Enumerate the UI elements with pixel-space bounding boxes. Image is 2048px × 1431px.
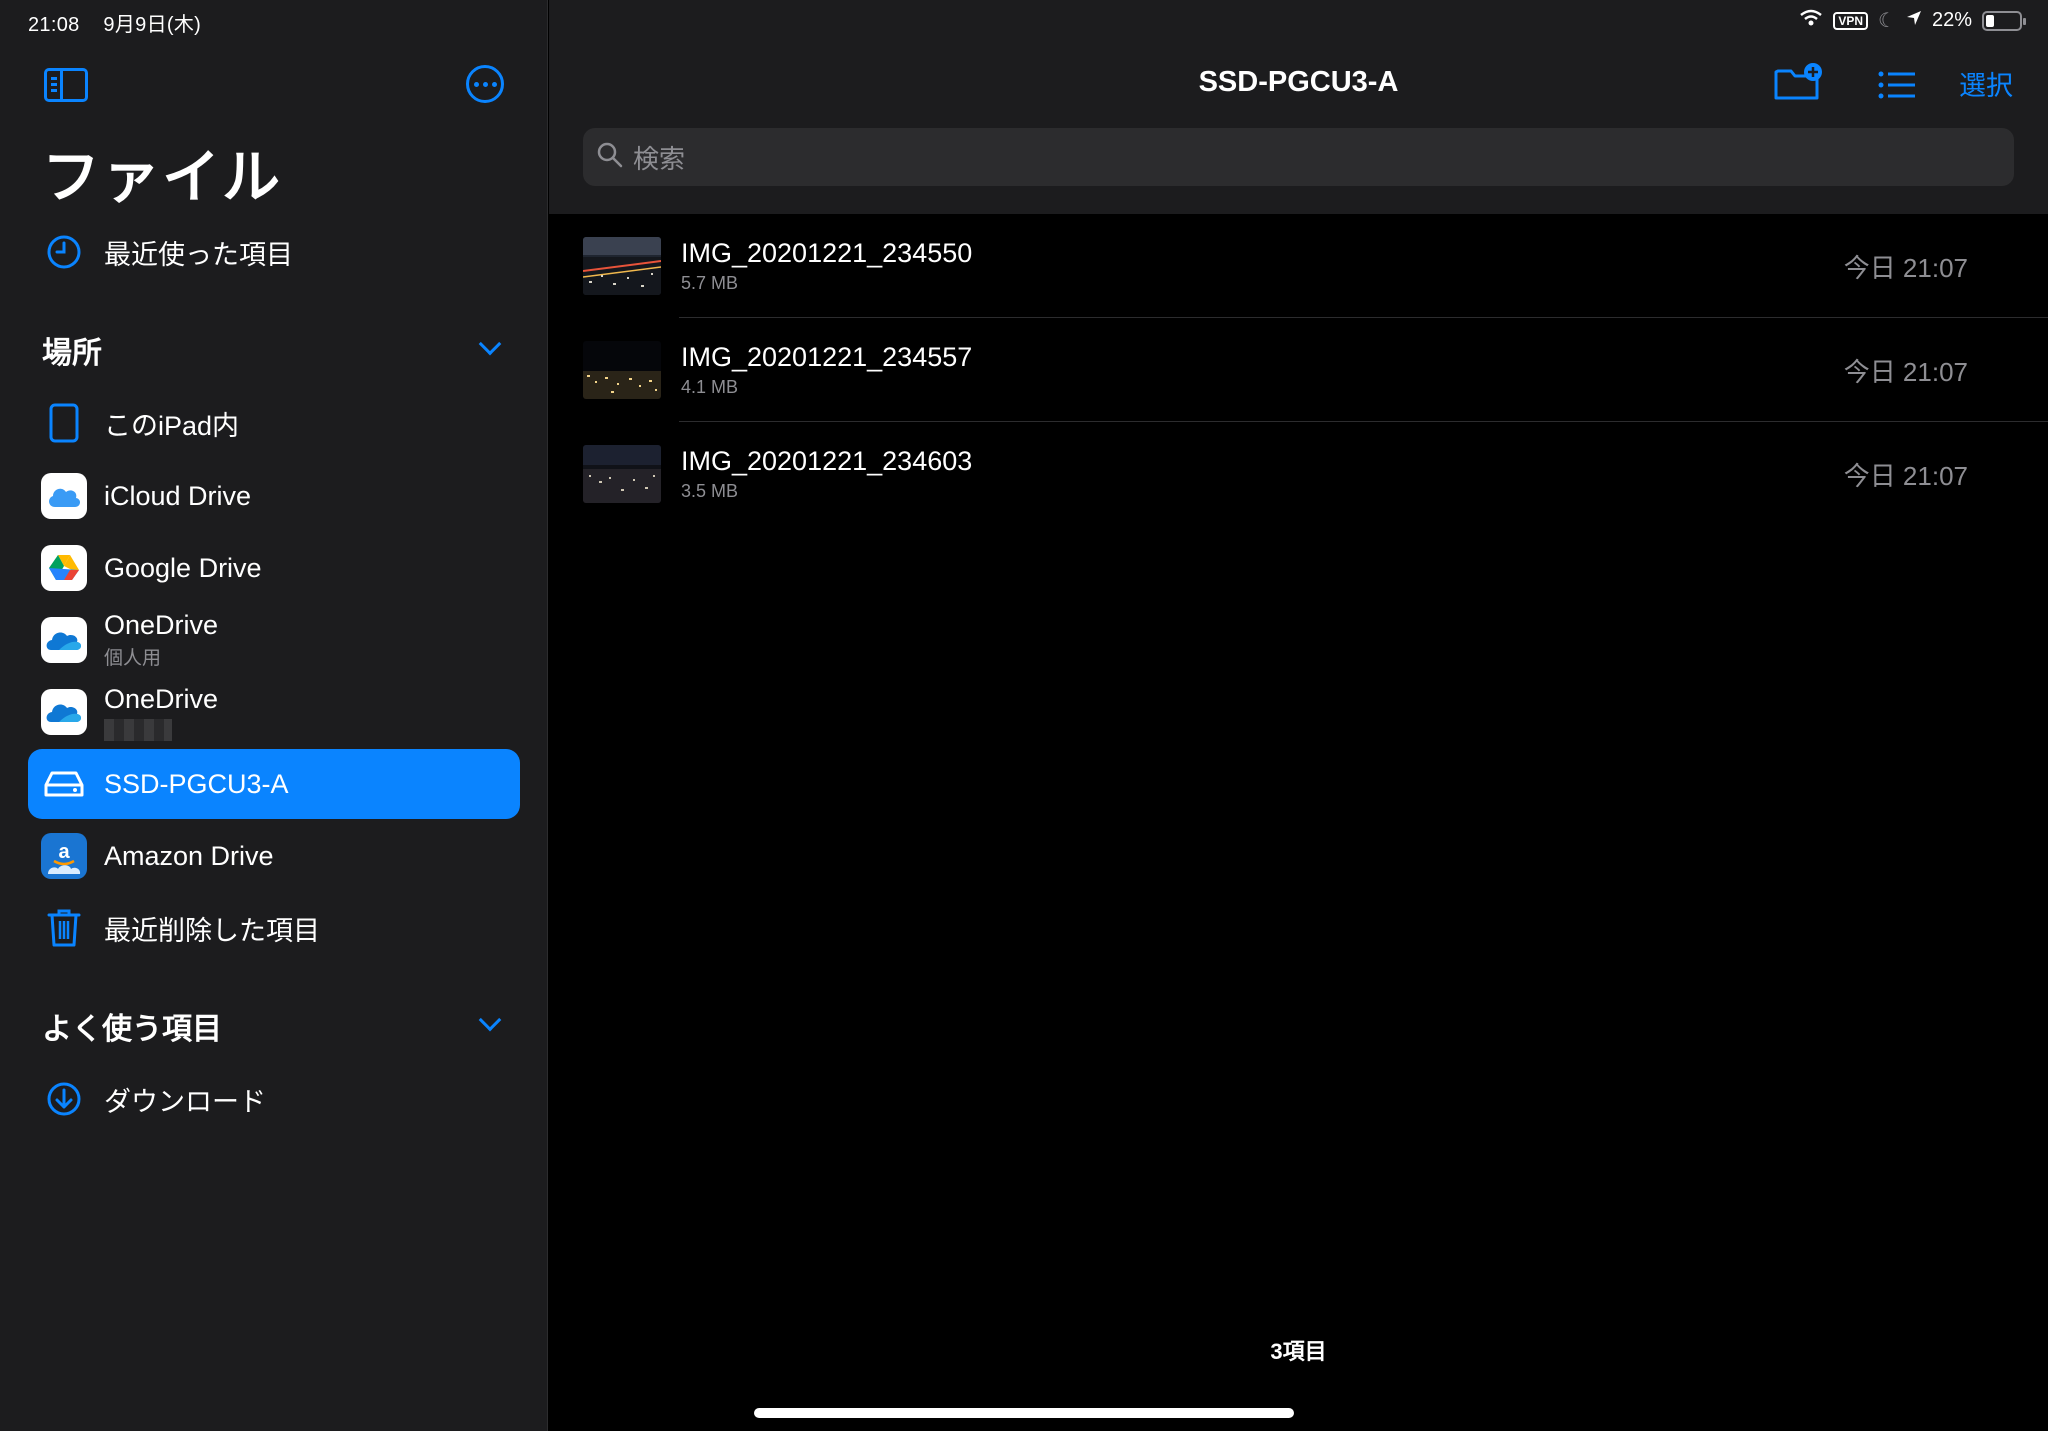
search-icon [597,142,623,173]
moon-icon: ☾ [1878,10,1896,32]
new-folder-icon[interactable] [1773,62,1825,109]
page-title: ファイル [42,145,283,210]
section-header-locations: 場所 [42,337,102,370]
file-size: 5.7 MB [681,273,739,293]
redacted-account-label [104,718,172,741]
file-size: 3.5 MB [681,481,739,501]
chevron-down-icon[interactable] [478,1008,502,1032]
sidebar-item-label: OneDrive [104,610,219,640]
main-content: VPN ☾ 22% SSD-PGCU3-A 選択 検索 IMG_20201221… [549,0,2048,1431]
file-row[interactable]: IMG_20201221_234550 5.7 MB 今日 21:07 [583,214,2048,318]
sidebar-item-onedrive-personal[interactable]: OneDrive 個人用 [28,605,520,675]
battery-icon [1982,10,2026,31]
list-view-icon[interactable] [1877,70,1917,105]
battery-percent: 22% [1931,9,1972,31]
file-date: 今日 21:07 [1843,356,1968,387]
more-options-icon[interactable] [466,65,504,103]
sidebar-item-google-drive[interactable]: Google Drive [28,533,520,603]
sidebar-item-recently-deleted[interactable]: 最近削除した項目 [28,893,520,963]
download-icon [40,1075,88,1123]
image-thumbnail [583,237,661,295]
location-arrow-icon [1906,9,1922,32]
chevron-down-icon[interactable] [478,332,502,356]
sidebar-item-label: このiPad内 [104,410,240,441]
sidebar-item-label: 最近削除した項目 [104,915,320,946]
trash-icon [40,904,88,952]
status-date: 9月9日(木) [103,14,202,36]
clock-icon [40,228,88,276]
sidebar-item-label: iCloud Drive [104,480,252,511]
google-drive-icon [41,545,87,591]
sidebar-item-ssd-pgcu3-a[interactable]: SSD-PGCU3-A [28,749,520,819]
home-indicator[interactable] [754,1408,1294,1418]
file-row[interactable]: IMG_20201221_234603 3.5 MB 今日 21:07 [583,422,2048,526]
ipad-icon [40,399,88,447]
file-row[interactable]: IMG_20201221_234557 4.1 MB 今日 21:07 [583,318,2048,422]
file-date: 今日 21:07 [1843,252,1968,283]
sidebar: 21:08 9月9日(木) ファイル 最近使った項目 場所 このiPad内 iC… [0,0,548,1431]
vpn-badge: VPN [1833,11,1869,30]
status-bar-right: VPN ☾ 22% [1799,8,2026,33]
file-name: IMG_20201221_234557 [681,342,973,372]
section-header-favorites: よく使う項目 [42,1013,222,1046]
sidebar-item-label: OneDrive [104,683,219,714]
file-name: IMG_20201221_234603 [681,446,973,476]
file-name: IMG_20201221_234550 [681,238,973,268]
wifi-icon [1799,9,1823,33]
sidebar-item-onedrive-business[interactable]: OneDrive [28,677,520,747]
sidebar-item-amazon-drive[interactable]: a Amazon Drive [28,821,520,891]
sidebar-item-sublabel: 個人用 [104,648,162,669]
select-button[interactable]: 選択 [1959,64,2013,103]
sidebar-item-label: Google Drive [104,552,262,583]
sidebar-item-label: Amazon Drive [104,840,274,871]
onedrive-icon [41,689,87,735]
sidebar-item-label: 最近使った項目 [104,239,293,270]
sidebar-item-label: ダウンロード [104,1086,266,1117]
file-size: 4.1 MB [681,377,739,397]
search-field[interactable]: 検索 [583,128,2014,186]
image-thumbnail [583,445,661,503]
sidebar-item-recents[interactable]: 最近使った項目 [28,217,520,287]
amazon-drive-icon: a [41,833,87,879]
icloud-icon [41,473,87,519]
search-placeholder: 検索 [633,143,686,174]
sidebar-toggle-icon[interactable] [44,68,88,102]
sidebar-item-label: SSD-PGCU3-A [104,768,289,799]
image-thumbnail [583,341,661,399]
svg-text:a: a [58,841,70,863]
status-bar-left: 21:08 9月9日(木) [28,8,201,37]
file-date: 今日 21:07 [1843,460,1968,491]
status-time: 21:08 [28,14,80,36]
drive-icon [40,760,88,808]
sidebar-item-downloads[interactable]: ダウンロード [28,1064,520,1134]
navigation-bar: VPN ☾ 22% SSD-PGCU3-A 選択 検索 [549,0,2048,214]
onedrive-icon [41,617,87,663]
sidebar-item-this-ipad[interactable]: このiPad内 [28,388,520,458]
item-count: 3項目 [1270,1339,1327,1364]
sidebar-item-icloud-drive[interactable]: iCloud Drive [28,461,520,531]
